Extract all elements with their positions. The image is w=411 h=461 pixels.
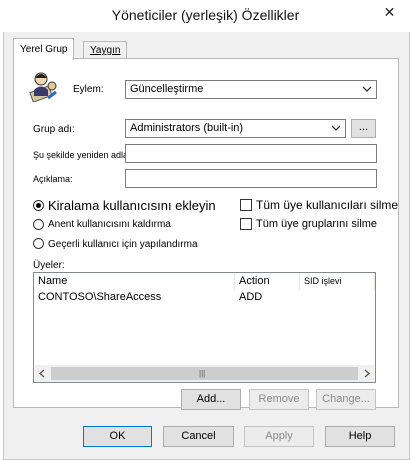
checkbox-delete-all-groups-label: Tüm üye gruplarını silme [256, 218, 378, 230]
column-header-name[interactable]: Name [34, 273, 235, 290]
checkbox[interactable] [240, 199, 252, 211]
tab-common-label: Yaygın [90, 45, 121, 56]
action-value: Güncelleştirme [130, 83, 204, 95]
members-label: Üyeler: [33, 260, 65, 271]
rename-field[interactable] [125, 144, 377, 163]
cancel-button[interactable]: Cancel [163, 426, 234, 447]
window-title: Yöneticiler (yerleşik) Özellikler [111, 7, 300, 23]
horizontal-scrollbar[interactable]: ||| [35, 365, 374, 382]
chevron-down-icon [362, 86, 372, 92]
chevron-right-icon[interactable] [363, 369, 371, 378]
member-name: CONTOSO\ShareAccess [38, 291, 162, 303]
group-name-value: Administrators (built-in) [130, 122, 244, 134]
checkbox-delete-all-users[interactable]: Tüm üye kullanıcıları silme [240, 198, 405, 213]
checkbox-delete-all-users-label: Tüm üye kullanıcıları silme [256, 198, 399, 212]
member-action: ADD [239, 291, 263, 303]
chevron-down-icon [331, 125, 341, 131]
ok-button[interactable]: OK [83, 426, 152, 447]
column-header-sid[interactable]: SID işlevi [300, 273, 375, 290]
tab-local-group[interactable]: Yerel Grup [13, 38, 75, 60]
checkbox-delete-all-groups[interactable]: Tüm üye gruplarını silme [240, 218, 405, 232]
radio-add-current-user[interactable]: Kiralama kullanıcısını ekleyin [33, 198, 233, 213]
scrollbar-thumb[interactable]: ||| [51, 367, 358, 380]
checkbox[interactable] [240, 218, 252, 230]
change-member-button[interactable]: Change... [316, 389, 376, 410]
help-button[interactable]: Help [325, 426, 395, 447]
add-member-button[interactable]: Add... [181, 389, 241, 410]
members-list[interactable]: Name Action SID işlevi CONTOSO\ShareAcce… [33, 272, 376, 383]
group-name-label: Grup adı: [33, 124, 75, 135]
radio-remove-current-user[interactable]: Anent kullanıcısını kaldırma [33, 219, 233, 231]
action-label: Eylem: [73, 84, 104, 95]
local-group-icon [28, 70, 60, 103]
browse-button[interactable]: ... [351, 119, 376, 138]
radio-do-not-configure[interactable]: Geçerli kullanıcı için yapılandırma [33, 238, 233, 250]
radio-add-current-user-label: Kiralama kullanıcısını ekleyin [48, 198, 216, 213]
column-header-action[interactable]: Action [235, 273, 300, 290]
table-row[interactable]: CONTOSO\ShareAccess ADD [34, 290, 375, 305]
close-icon: ✕ [383, 3, 396, 20]
group-name-combobox[interactable]: Administrators (built-in) [125, 119, 346, 138]
description-label: Açıklama: [33, 174, 73, 184]
tab-local-group-label: Yerel Grup [20, 44, 68, 55]
apply-button[interactable]: Apply [244, 426, 314, 447]
radio-button[interactable] [33, 238, 44, 249]
radio-button[interactable] [33, 200, 44, 211]
action-combobox[interactable]: Güncelleştirme [125, 80, 377, 99]
radio-do-not-configure-label: Geçerli kullanıcı için yapılandırma [48, 239, 198, 250]
grip-icon: ||| [199, 369, 206, 378]
radio-button[interactable] [33, 219, 44, 230]
radio-remove-current-user-label: Anent kullanıcısını kaldırma [48, 219, 171, 230]
description-field[interactable] [125, 169, 377, 188]
remove-member-button[interactable]: Remove [249, 389, 309, 410]
chevron-left-icon[interactable] [38, 369, 46, 378]
close-button[interactable]: ✕ [370, 1, 409, 23]
